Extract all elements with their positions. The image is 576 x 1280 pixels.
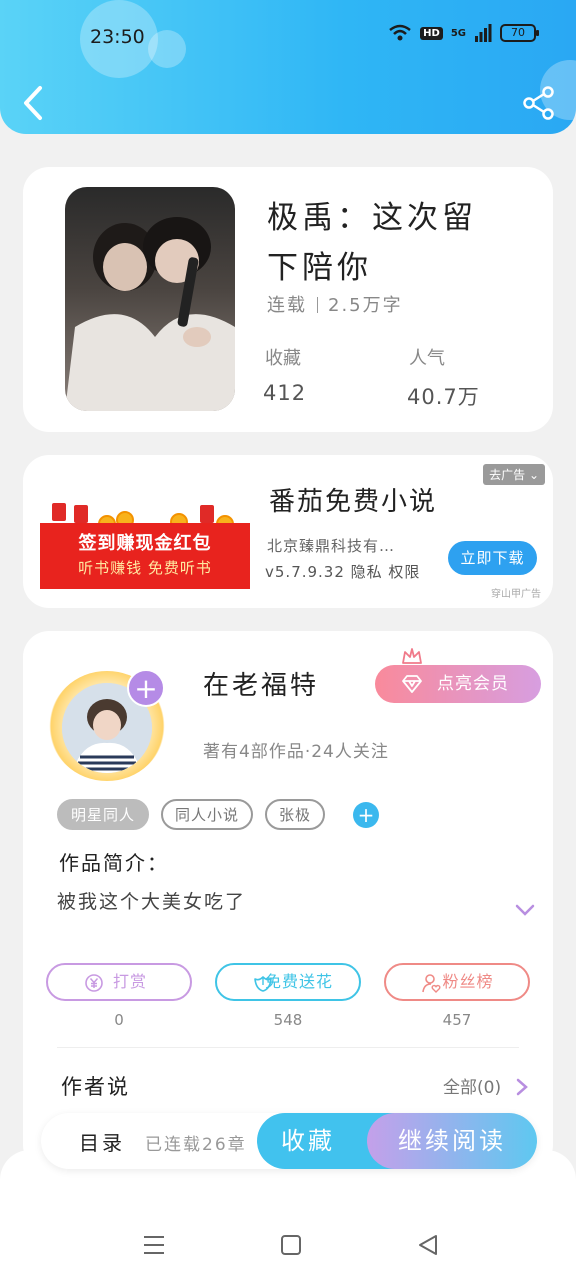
collect-stat-label: 收藏 xyxy=(265,348,301,369)
ad-title: 番茄免费小说 xyxy=(269,487,438,517)
user-heart-icon xyxy=(422,974,441,993)
send-flower-button[interactable]: 免费送花 xyxy=(215,963,361,1001)
word-count: 2.5万字 xyxy=(328,295,403,316)
intro-text: 被我这个大美女吃了 xyxy=(57,891,247,913)
wifi-icon xyxy=(389,24,411,41)
menu-icon[interactable] xyxy=(141,1232,167,1258)
ad-card[interactable]: 签到赚现金红包 听书赚钱 免费听书 去广告 ⌄ 番茄免费小说 北京臻鼎科技有… … xyxy=(23,455,553,608)
network-label: 5G xyxy=(450,27,466,39)
flower-count: 548 xyxy=(273,1011,303,1029)
home-square-icon[interactable] xyxy=(278,1232,304,1258)
divider xyxy=(57,1047,519,1048)
decor-bubble xyxy=(148,30,186,68)
envelope-icon xyxy=(74,505,88,523)
ad-company: 北京臻鼎科技有… xyxy=(267,537,396,555)
tag-item[interactable]: 张极 xyxy=(265,799,326,830)
tag-item[interactable]: 同人小说 xyxy=(161,799,254,830)
ad-banner-text: 签到赚现金红包 听书赚钱 免费听书 xyxy=(40,523,250,589)
ad-download-button[interactable]: 立即下载 xyxy=(448,541,537,575)
crown-icon xyxy=(402,648,422,664)
popularity-stat-label: 人气 xyxy=(409,348,445,369)
envelope-icon xyxy=(52,503,66,521)
fan-rank-button[interactable]: 粉丝榜 xyxy=(384,963,530,1001)
hd-badge: HD xyxy=(420,26,443,40)
fan-rank-label: 粉丝榜 xyxy=(442,972,494,991)
diamond-icon xyxy=(402,675,422,693)
ad-source: 穿山甲广告 xyxy=(491,589,541,600)
remove-ad-label: 去广告 xyxy=(489,468,526,482)
send-flower-label: 免费送花 xyxy=(264,972,333,991)
flower-icon xyxy=(254,976,272,992)
bottom-action-bar: 目录 已连载26章 收藏 继续阅读 xyxy=(41,1113,537,1169)
back-icon[interactable] xyxy=(18,84,48,122)
header-bar: 23:50 HD 5G 70 xyxy=(0,0,576,134)
remove-ad-button[interactable]: 去广告 ⌄ xyxy=(483,464,545,485)
ad-banner-line1: 签到赚现金红包 xyxy=(78,533,212,554)
collect-stat-value: 412 xyxy=(263,381,307,405)
follow-author-button[interactable]: + xyxy=(127,669,165,707)
reward-button[interactable]: 打赏 xyxy=(46,963,192,1001)
reward-count: 0 xyxy=(114,1011,124,1029)
author-meta: 著有4部作品·24人关注 xyxy=(203,742,389,762)
ad-banner-image[interactable]: 签到赚现金红包 听书赚钱 免费听书 xyxy=(40,475,250,589)
book-status: 连载 2.5万字 xyxy=(267,291,403,317)
ad-banner-line2: 听书赚钱 免费听书 xyxy=(78,559,212,577)
chevron-down-icon[interactable] xyxy=(513,901,537,919)
intro-label: 作品简介： xyxy=(59,851,169,875)
book-cover-image[interactable] xyxy=(65,187,235,411)
popularity-stat-value: 40.7万 xyxy=(407,385,480,409)
battery-icon: 70 xyxy=(500,24,539,42)
ad-version[interactable]: v5.7.9.32 隐私 权限 xyxy=(265,561,420,582)
back-triangle-icon[interactable] xyxy=(415,1232,441,1258)
status-divider xyxy=(317,297,318,313)
toc-button[interactable]: 目录 xyxy=(79,1127,125,1156)
book-info-card: 极禹：这次留下陪你 连载 2.5万字 收藏 412 人气 40.7万 xyxy=(23,167,553,432)
status-icons: HD 5G 70 xyxy=(388,24,539,42)
tag-item[interactable]: 明星同人 xyxy=(57,799,150,830)
author-says-all-link[interactable]: 全部(0) xyxy=(443,1073,501,1098)
signal-icon xyxy=(475,24,492,42)
vip-button[interactable]: 点亮会员 xyxy=(375,665,541,703)
envelope-icon xyxy=(200,505,214,523)
tag-list: 明星同人 同人小说 张极 + xyxy=(57,799,380,830)
serial-status: 连载 xyxy=(267,295,307,316)
chevron-right-icon[interactable] xyxy=(515,1077,529,1097)
author-says-label: 作者说 xyxy=(61,1075,130,1099)
share-icon[interactable] xyxy=(522,86,556,120)
yen-coin-icon xyxy=(85,974,103,992)
fan-count: 457 xyxy=(442,1011,472,1029)
add-tag-button[interactable]: + xyxy=(353,801,380,828)
status-time: 23:50 xyxy=(90,26,145,48)
book-title: 极禹：这次留下陪你 xyxy=(267,200,477,286)
system-nav-bar xyxy=(0,1150,576,1280)
author-card: + 在老福特 点亮会员 著有4部作品·24人关注 明星同人 同人小说 张极 + … xyxy=(23,631,553,1171)
author-name[interactable]: 在老福特 xyxy=(203,665,319,702)
chapter-count: 已连载26章 xyxy=(145,1135,247,1155)
vip-label: 点亮会员 xyxy=(437,674,509,694)
continue-reading-button[interactable]: 继续阅读 xyxy=(367,1113,537,1169)
reward-label: 打赏 xyxy=(112,972,147,991)
